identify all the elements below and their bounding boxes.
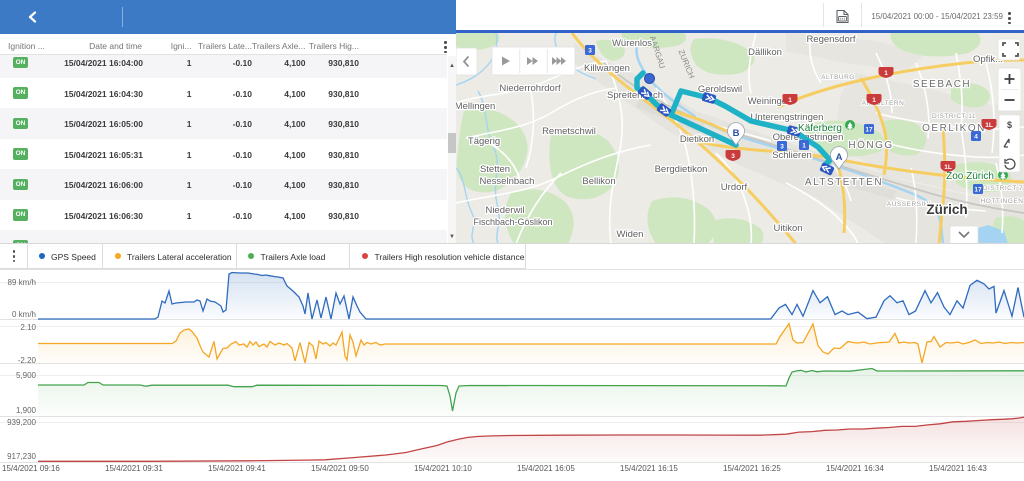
svg-text:HOTTINGEN: HOTTINGEN [981,198,1024,205]
svg-text:Urdorf: Urdorf [721,182,748,193]
svg-text:Zürich: Zürich [926,202,967,217]
svg-text:DISTRICT 11: DISTRICT 11 [932,113,976,120]
svg-text:1: 1 [788,97,792,104]
svg-text:17: 17 [865,127,873,134]
svg-text:Stetten: Stetten [480,164,510,175]
svg-text:ALTSTETTEN: ALTSTETTEN [805,177,883,188]
svg-text:$: $ [1007,120,1012,130]
svg-text:3: 3 [780,144,784,151]
svg-text:Widen: Widen [617,229,644,240]
svg-text:Killwangen: Killwangen [584,63,630,74]
svg-text:1L: 1L [944,164,952,171]
svg-text:ALTBURG: ALTBURG [821,74,855,81]
svg-text:Käferberg: Käferberg [798,123,842,134]
svg-text:Bellikon: Bellikon [582,176,615,187]
svg-text:SEEBACH: SEEBACH [913,79,971,90]
svg-text:Fischbach-Göslikon: Fischbach-Göslikon [473,217,552,227]
svg-text:Tägerig: Tägerig [468,136,500,147]
svg-text:Schlieren: Schlieren [772,150,812,161]
svg-text:Zoo Zürich: Zoo Zürich [946,171,994,182]
svg-text:1: 1 [872,97,876,104]
svg-text:B: B [733,128,740,139]
svg-text:Remetschwil: Remetschwil [542,126,596,137]
svg-text:1: 1 [802,143,806,150]
svg-text:Dällikon: Dällikon [748,47,782,58]
svg-text:Regensdorf: Regensdorf [806,34,855,45]
svg-text:3: 3 [731,153,735,160]
svg-text:Bergdietikon: Bergdietikon [655,164,708,175]
svg-text:17: 17 [974,187,982,194]
svg-text:Nesselnbach: Nesselnbach [480,176,535,187]
svg-text:DISTRICT 7: DISTRICT 7 [983,185,1023,192]
svg-text:Dietikon: Dietikon [680,134,714,145]
svg-text:1L: 1L [985,122,993,129]
svg-text:Niederwil: Niederwil [485,205,524,216]
svg-text:Niederrohrdorf: Niederrohrdorf [499,83,561,94]
svg-text:4: 4 [974,134,978,141]
svg-text:Uitikon: Uitikon [773,223,802,234]
svg-text:A: A [836,152,843,163]
svg-text:Mellingen: Mellingen [456,101,495,112]
svg-text:3: 3 [588,48,592,55]
svg-text:Würenlos: Würenlos [612,38,652,49]
svg-text:1: 1 [884,70,888,77]
svg-text:HÖNGG: HÖNGG [848,139,893,151]
